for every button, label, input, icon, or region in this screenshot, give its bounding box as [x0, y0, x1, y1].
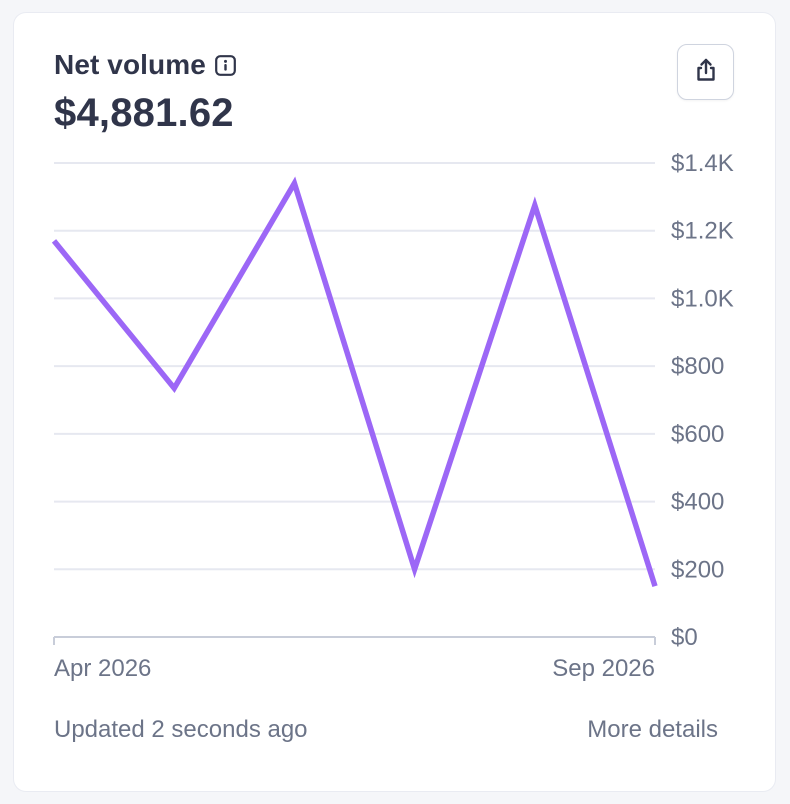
series-line: [51, 176, 658, 588]
y-tick-label: $1.0K: [671, 285, 734, 312]
y-tick-label: $1.2K: [671, 218, 734, 245]
net-volume-card: Net volume $4,881.62 $0 $200 $400 $600 $800 $…: [14, 13, 775, 791]
card-title: Net volume: [54, 49, 206, 80]
info-icon[interactable]: [215, 54, 236, 76]
title-row: Net volume: [54, 49, 236, 81]
updated-status: Updated 2 seconds ago: [54, 716, 308, 743]
x-tick-label: Apr 2026: [54, 655, 151, 682]
y-tick-label: $800: [671, 353, 724, 380]
y-tick-label: $1.4K: [671, 150, 734, 177]
y-tick-label: $600: [671, 421, 724, 448]
share-icon: [695, 58, 717, 87]
y-tick-label: $200: [671, 556, 724, 583]
x-tick-label: Sep 2026: [552, 655, 655, 682]
more-details-link[interactable]: More details: [587, 716, 718, 744]
net-volume-amount: $4,881.62: [54, 91, 234, 135]
y-tick-label: $0: [671, 624, 698, 651]
y-tick-label: $400: [671, 489, 724, 516]
share-button[interactable]: [677, 44, 734, 100]
